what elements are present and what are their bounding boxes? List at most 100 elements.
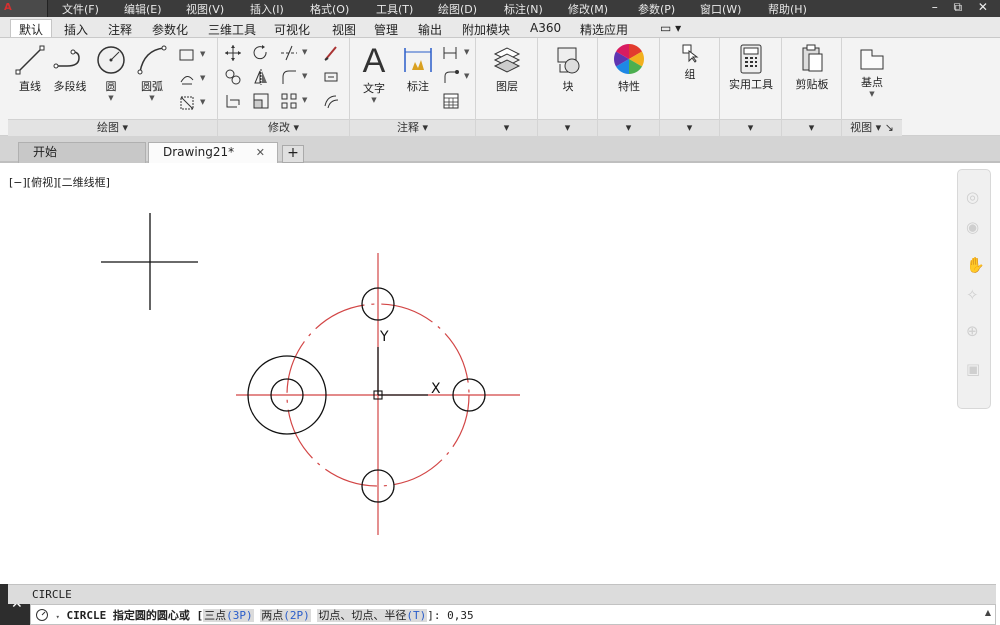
tab-home[interactable]: 默认 bbox=[10, 19, 53, 37]
group-icon bbox=[682, 44, 699, 63]
group-panel-dropdown-icon[interactable]: ▾ bbox=[660, 119, 719, 136]
tab-start-page[interactable]: 开始 bbox=[18, 142, 146, 163]
base-point-dropdown-icon[interactable]: ▼ bbox=[852, 90, 892, 98]
drawing-canvas[interactable]: [−][俯视][二维线框] Y X ◎ ◉ ✋ ✧ ⊕ ▣ bbox=[0, 165, 1000, 583]
array-icon[interactable] bbox=[280, 92, 298, 110]
menu-format[interactable]: 格式(O) bbox=[310, 1, 349, 17]
tab-drawing21[interactable]: Drawing21* ✕ bbox=[148, 142, 278, 163]
rotate-icon[interactable] bbox=[252, 44, 270, 62]
command-scroll-up-icon[interactable]: ▲ bbox=[985, 608, 991, 617]
dimension-label: 标注 bbox=[407, 80, 429, 93]
tab-a360[interactable]: A360 bbox=[522, 20, 569, 38]
block-panel-dropdown-icon[interactable]: ▾ bbox=[538, 119, 597, 136]
app-menu-button[interactable]: A bbox=[0, 0, 48, 17]
base-point-tool-button[interactable]: 基点 ▼ bbox=[852, 46, 892, 98]
arc-icon bbox=[137, 45, 167, 75]
zoom-extents-icon[interactable]: ✧ bbox=[966, 286, 979, 304]
copy-icon[interactable] bbox=[224, 68, 242, 86]
text-tool-button[interactable]: A 文字 ▼ bbox=[356, 42, 392, 104]
properties-panel-dropdown-icon[interactable]: ▾ bbox=[598, 119, 659, 136]
option-three-point[interactable]: 三点(3P) bbox=[203, 609, 254, 622]
mirror-icon[interactable] bbox=[252, 68, 270, 86]
rectangle-icon[interactable] bbox=[178, 46, 196, 64]
fillet-icon[interactable] bbox=[280, 68, 298, 86]
clipboard-tool-button[interactable]: 剪贴板 bbox=[788, 44, 836, 92]
circle-dropdown-icon[interactable]: ▼ bbox=[94, 94, 128, 102]
document-tab-bar: 开始 Drawing21* ✕ + bbox=[0, 136, 1000, 163]
utilities-tool-button[interactable]: 实用工具 bbox=[724, 44, 778, 92]
menu-parameters[interactable]: 参数(P) bbox=[638, 1, 675, 17]
crosshair-cursor bbox=[101, 213, 198, 310]
menu-tools[interactable]: 工具(T) bbox=[376, 1, 413, 17]
move-icon[interactable] bbox=[224, 44, 242, 62]
tab-addins[interactable]: 附加模块 bbox=[454, 20, 518, 38]
close-tab-icon[interactable]: ✕ bbox=[256, 143, 265, 162]
layers-panel-dropdown-icon[interactable]: ▾ bbox=[476, 119, 537, 136]
command-line-input[interactable]: ▾ CIRCLE 指定圆的圆心或 [三点(3P) 两点(2P) 切点、切点、半径… bbox=[30, 604, 996, 625]
explode-icon[interactable] bbox=[322, 68, 340, 86]
properties-panel: 特性 ▾ bbox=[598, 38, 660, 136]
tab-3d-tools[interactable]: 三维工具 bbox=[200, 20, 264, 38]
menu-insert[interactable]: 插入(I) bbox=[250, 1, 284, 17]
polyline-tool-button[interactable]: 多段线 bbox=[50, 44, 90, 94]
zoom-wheel-icon[interactable]: ◉ bbox=[966, 218, 979, 236]
tab-featured-apps[interactable]: 精选应用 bbox=[572, 20, 636, 38]
menu-window[interactable]: 窗口(W) bbox=[700, 1, 741, 17]
modify-panel-title[interactable]: 修改 ▾ bbox=[218, 119, 349, 136]
draw-panel-title[interactable]: 绘图 ▾ bbox=[8, 119, 217, 136]
table-icon[interactable] bbox=[442, 92, 460, 110]
tab-insert[interactable]: 插入 bbox=[56, 20, 96, 38]
stretch-icon[interactable] bbox=[224, 92, 242, 110]
tab-output[interactable]: 输出 bbox=[410, 20, 450, 38]
annotation-panel-title[interactable]: 注释 ▾ bbox=[350, 119, 475, 136]
arc-dropdown-icon[interactable]: ▼ bbox=[134, 94, 170, 102]
block-label: 块 bbox=[562, 80, 574, 93]
menu-modify[interactable]: 修改(M) bbox=[568, 1, 608, 17]
menu-draw[interactable]: 绘图(D) bbox=[438, 1, 477, 17]
menu-help[interactable]: 帮助(H) bbox=[768, 1, 807, 17]
group-tool-button[interactable]: 组 bbox=[672, 42, 708, 82]
arc-tool-button[interactable]: 圆弧 ▼ bbox=[134, 44, 170, 102]
command-dropdown-icon[interactable]: ▾ bbox=[56, 613, 60, 621]
block-tool-button[interactable]: 块 bbox=[548, 44, 588, 94]
boundary-icon[interactable] bbox=[178, 94, 196, 112]
leader-icon[interactable] bbox=[442, 68, 460, 86]
menu-edit[interactable]: 编辑(E) bbox=[124, 1, 162, 17]
steering-wheel-icon[interactable]: ◎ bbox=[966, 188, 979, 206]
view-panel-title[interactable]: 视图 ▾ ↘ bbox=[842, 119, 902, 136]
hatch-icon[interactable] bbox=[178, 70, 196, 88]
dimension-tool-button[interactable]: 标注 bbox=[400, 44, 436, 94]
erase-icon[interactable] bbox=[322, 44, 340, 62]
circle-tool-button[interactable]: 圆 ▼ bbox=[94, 44, 128, 102]
window-controls[interactable]: – ⧉ ✕ bbox=[932, 0, 994, 15]
navigation-bar[interactable]: ◎ ◉ ✋ ✧ ⊕ ▣ bbox=[957, 169, 991, 409]
option-two-point[interactable]: 两点(2P) bbox=[260, 609, 311, 622]
new-tab-button[interactable]: + bbox=[282, 145, 304, 163]
option-ttr[interactable]: 切点、切点、半径(T) bbox=[317, 609, 428, 622]
line-tool-button[interactable]: 直线 bbox=[12, 44, 48, 94]
orbit-icon[interactable]: ⊕ bbox=[966, 322, 979, 340]
command-history: CIRCLE bbox=[8, 584, 996, 604]
text-dropdown-icon[interactable]: ▼ bbox=[356, 96, 392, 104]
tab-view[interactable]: 视图 bbox=[324, 20, 364, 38]
linear-dimension-icon[interactable] bbox=[442, 44, 460, 62]
showmotion-icon[interactable]: ▣ bbox=[966, 360, 980, 378]
offset-icon[interactable] bbox=[322, 92, 340, 110]
menu-bar: A 文件(F) 编辑(E) 视图(V) 插入(I) 格式(O) 工具(T) 绘图… bbox=[0, 0, 1000, 17]
tab-manage[interactable]: 管理 bbox=[366, 20, 406, 38]
clipboard-panel-dropdown-icon[interactable]: ▾ bbox=[782, 119, 841, 136]
menu-dimension[interactable]: 标注(N) bbox=[504, 1, 543, 17]
menu-view[interactable]: 视图(V) bbox=[186, 1, 224, 17]
tab-parametric[interactable]: 参数化 bbox=[144, 20, 196, 38]
properties-tool-button[interactable]: 特性 bbox=[608, 42, 650, 94]
tab-visualize[interactable]: 可视化 bbox=[266, 20, 318, 38]
menu-file[interactable]: 文件(F) bbox=[62, 1, 99, 17]
layers-tool-button[interactable]: 图层 bbox=[486, 44, 528, 94]
base-point-label: 基点 bbox=[861, 76, 883, 89]
scale-icon[interactable] bbox=[252, 92, 270, 110]
utilities-panel-dropdown-icon[interactable]: ▾ bbox=[720, 119, 781, 136]
tab-annotate[interactable]: 注释 bbox=[100, 20, 140, 38]
tab-panel-toggle[interactable]: ▭ ▾ bbox=[652, 20, 689, 38]
pan-hand-icon[interactable]: ✋ bbox=[966, 256, 985, 274]
trim-icon[interactable] bbox=[280, 44, 298, 62]
